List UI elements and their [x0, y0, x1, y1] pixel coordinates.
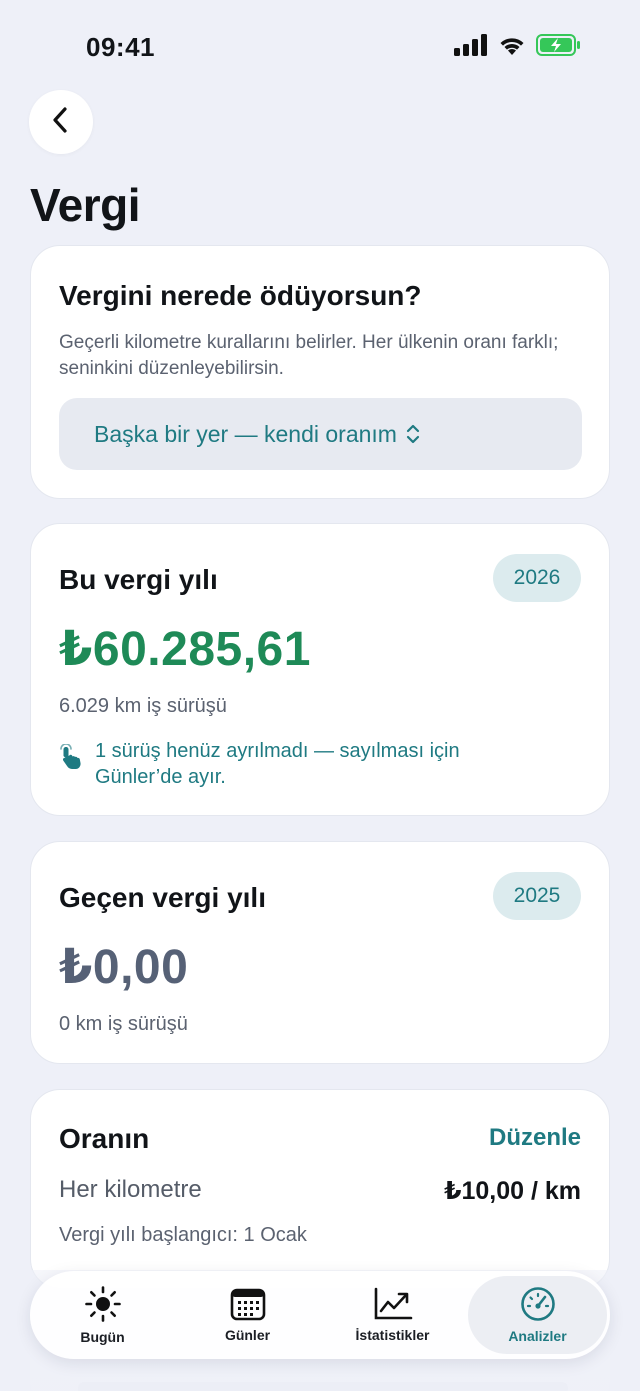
gauge-icon — [520, 1286, 556, 1322]
chevron-left-icon — [49, 105, 73, 140]
previous-year-badge: 2025 — [493, 872, 581, 920]
tab-statistics[interactable]: İstatistikler — [323, 1276, 462, 1354]
rate-title: Oranın — [59, 1123, 150, 1154]
status-bar: 09:41 — [0, 0, 640, 90]
current-year-badge: 2026 — [493, 554, 581, 602]
unassigned-drive-text: 1 sürüş henüz ayrılmadı — sayılması için… — [95, 740, 460, 788]
rate-value: ₺10,00 / km — [444, 1177, 581, 1205]
status-icons — [454, 34, 582, 61]
previous-year-title: Geçen vergi yılı — [59, 882, 266, 913]
tax-location-selected: Başka bir yer — kendi oranım — [94, 420, 397, 447]
current-tax-year-card: Bu vergi yılı 2026 ₺60.285,61 6.029 km i… — [30, 523, 610, 816]
chevron-up-down-icon — [405, 423, 421, 445]
tab-today[interactable]: Bugün — [33, 1276, 172, 1354]
tab-statistics-label: İstatistikler — [355, 1327, 430, 1343]
hand-tap-icon — [59, 738, 85, 790]
current-year-amount: ₺60.285,61 — [59, 623, 311, 676]
sun-icon — [84, 1285, 122, 1323]
current-year-km: 6.029 km iş sürüşü — [59, 695, 227, 717]
tab-today-label: Bugün — [80, 1329, 125, 1345]
previous-tax-year-card: Geçen vergi yılı 2025 ₺0,00 0 km iş sürü… — [30, 841, 610, 1064]
tab-analytics-label: Analizler — [508, 1328, 567, 1344]
tax-location-description: Geçerli kilometre kurallarını belirler. … — [59, 332, 559, 379]
calendar-icon — [230, 1287, 266, 1321]
tab-days[interactable]: Günler — [178, 1276, 317, 1354]
tab-days-label: Günler — [224, 1327, 271, 1343]
tax-location-title: Vergini nerede ödüyorsun? — [59, 280, 422, 311]
page-title: Vergi — [30, 179, 141, 231]
back-button[interactable] — [29, 90, 93, 154]
tab-analytics[interactable]: Analizler — [468, 1276, 607, 1354]
wifi-icon — [498, 34, 526, 61]
rate-card: Oranın Düzenle Her kilometre ₺10,00 / km… — [30, 1089, 610, 1289]
tax-year-start-label: Vergi yılı başlangıcı: 1 Ocak — [59, 1224, 307, 1246]
signal-icon — [454, 34, 488, 61]
rate-label: Her kilometre — [59, 1176, 202, 1203]
edit-rate-button[interactable]: Düzenle — [489, 1124, 581, 1152]
tax-location-card: Vergini nerede ödüyorsun? Geçerli kilome… — [30, 245, 610, 499]
tab-bar: Bugün Günler İstatistikler Analizler — [30, 1271, 610, 1359]
tax-location-picker[interactable]: Başka bir yer — kendi oranım — [59, 398, 582, 470]
current-year-title: Bu vergi yılı — [59, 564, 218, 595]
battery-charging-icon — [536, 34, 582, 61]
previous-year-km: 0 km iş sürüşü — [59, 1013, 188, 1035]
previous-year-amount: ₺0,00 — [59, 941, 189, 994]
unassigned-drive-note[interactable]: 1 sürüş henüz ayrılmadı — sayılması için… — [59, 738, 539, 790]
status-time: 09:41 — [86, 32, 155, 62]
chart-trend-icon — [373, 1287, 413, 1321]
